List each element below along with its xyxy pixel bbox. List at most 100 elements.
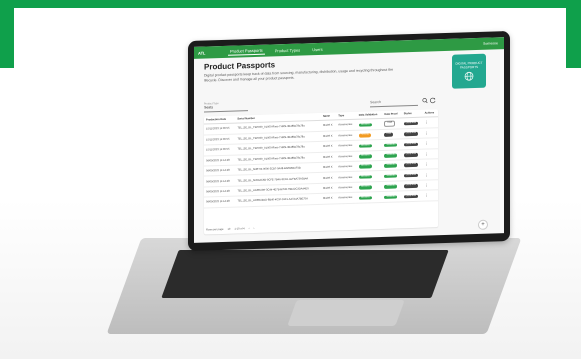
screen: ATL Product Passports Product Types User…	[194, 37, 504, 243]
status-badge: Validated	[358, 195, 372, 200]
laptop-lid: ATL Product Passports Product Types User…	[188, 30, 510, 252]
passports-table: Production Date Serial Number Name Type Data…	[204, 109, 438, 208]
badge-text: DIGITAL PRODUCT PASSPORTS	[455, 60, 483, 70]
status-badge: Validated	[384, 153, 398, 158]
table-cell: Validated	[382, 170, 402, 182]
status-badge: Validated	[384, 174, 398, 179]
chevron-right-icon[interactable]: ›	[253, 227, 254, 230]
table-cell: Validated	[382, 159, 402, 171]
table-cell: Validated	[382, 139, 402, 151]
user-menu[interactable]: Someone	[483, 41, 498, 45]
status-badge: Draft	[384, 132, 394, 137]
nav-product-passports[interactable]: Product Passports	[228, 46, 265, 56]
product-type-select[interactable]: Seats	[204, 104, 248, 113]
table-cell: Accessories	[336, 119, 357, 131]
table-cell: Validated	[382, 149, 402, 161]
table-cell: Model X	[320, 130, 337, 142]
table-cell: Generated	[401, 169, 423, 181]
table-cell: Generated	[401, 148, 423, 160]
brand-logo: ATL	[198, 50, 206, 56]
table-cell: ⋮	[422, 189, 438, 201]
table-cell: Accessories	[336, 140, 357, 152]
table-cell: Accessories	[336, 130, 357, 142]
status-badge: Draft	[384, 120, 396, 127]
table-cell: Validated	[382, 190, 402, 202]
more-actions-icon[interactable]: ⋮	[425, 193, 429, 198]
refresh-icon[interactable]	[430, 97, 436, 104]
table-cell: Model X	[320, 161, 337, 173]
more-actions-icon[interactable]: ⋮	[425, 172, 429, 177]
table-cell: ⋮	[422, 158, 438, 170]
status-badge: Generated	[403, 194, 419, 199]
table-cell: ⋮	[422, 127, 438, 139]
status-badge: Validated	[358, 164, 372, 169]
search-input[interactable]: Search	[370, 98, 418, 108]
table-cell: Accessories	[336, 150, 357, 162]
table-cell: TEL_SE_EL_AOR6A4DD-8B40-4C5F-91F1-A47A4A…	[235, 193, 321, 207]
table-cell: Generated	[401, 159, 423, 171]
status-badge: Validated	[384, 195, 398, 199]
nav-users[interactable]: Users	[310, 45, 324, 52]
passports-table-card: Production Date Serial Number Name Type Data…	[204, 109, 438, 235]
status-badge: Validated	[384, 184, 398, 189]
more-actions-icon[interactable]: ⋮	[425, 182, 429, 187]
status-badge: Generated	[403, 142, 419, 147]
add-icon[interactable]: +	[478, 219, 488, 230]
table-cell: Validated	[356, 118, 383, 131]
table-cell: Generated	[401, 117, 423, 129]
status-badge: Generated	[403, 173, 419, 178]
table-cell: ⋮	[422, 179, 438, 191]
table-cell: Model X	[320, 172, 337, 184]
status-badge: Validated	[358, 185, 372, 190]
table-cell: ⋮	[422, 137, 438, 149]
more-actions-icon[interactable]: ⋮	[425, 131, 429, 136]
status-badge: Validated	[384, 163, 398, 168]
status-badge: Validated	[358, 154, 372, 159]
table-cell: Draft	[382, 128, 402, 140]
search-icon[interactable]	[422, 98, 428, 104]
more-actions-icon[interactable]: ⋮	[425, 162, 429, 167]
table-cell: Model X	[320, 151, 337, 163]
more-actions-icon[interactable]: ⋮	[425, 120, 429, 125]
more-actions-icon[interactable]: ⋮	[425, 151, 429, 156]
status-badge: Validated	[358, 143, 372, 148]
rows-per-page-select[interactable]: 10	[227, 228, 230, 231]
nav-product-types[interactable]: Product Types	[273, 46, 303, 54]
table-cell: Accessories	[336, 182, 357, 194]
table-cell: Generated	[401, 128, 423, 140]
table-cell: Model X	[320, 182, 337, 194]
status-badge: Validated	[384, 143, 398, 148]
table-cell: Accessories	[336, 171, 357, 183]
pager-range: 1-10 of 4	[234, 227, 245, 231]
status-badge: Validated	[358, 122, 372, 127]
more-actions-icon[interactable]: ⋮	[425, 141, 429, 146]
table-cell: ⋮	[422, 148, 438, 160]
table-cell: Generated	[401, 190, 423, 202]
passport-badge: DIGITAL PRODUCT PASSPORTS	[452, 53, 486, 89]
status-badge: Validated	[358, 175, 372, 180]
table-cell: Model X	[320, 193, 337, 204]
main-content: Product Passports Digital product passpo…	[204, 53, 494, 238]
status-badge: Generated	[403, 121, 419, 126]
table-cell: Validated	[356, 191, 383, 203]
table-cell: Model X	[320, 141, 337, 153]
status-badge: Generated	[403, 184, 419, 188]
table-cell: ⋮	[422, 169, 438, 180]
laptop-keyboard	[161, 250, 449, 298]
table-cell: Model X	[320, 119, 337, 132]
table-cell: Validated	[382, 180, 402, 192]
table-body: 15/11/2023 11:06:55 TEL_SE_EL_TSH000_A100…	[204, 116, 438, 208]
table-cell: Accessories	[336, 161, 357, 173]
status-badge: Generated	[403, 132, 419, 137]
table-pager: Rows per page 10 1-10 of 4 ‹ ›	[206, 227, 254, 232]
table-cell: Generated	[401, 179, 423, 191]
table-cell: Accessories	[336, 192, 357, 204]
globe-icon	[464, 71, 474, 81]
chevron-left-icon[interactable]: ‹	[249, 227, 250, 230]
status-badge: Pending	[358, 133, 371, 138]
table-cell: 09/09/2023 11:14:48	[204, 196, 236, 208]
table-cell: Generated	[401, 138, 423, 150]
table-cell: Draft	[382, 117, 402, 130]
scene: ATL Product Passports Product Types User…	[0, 0, 581, 359]
status-badge: Generated	[403, 152, 419, 157]
